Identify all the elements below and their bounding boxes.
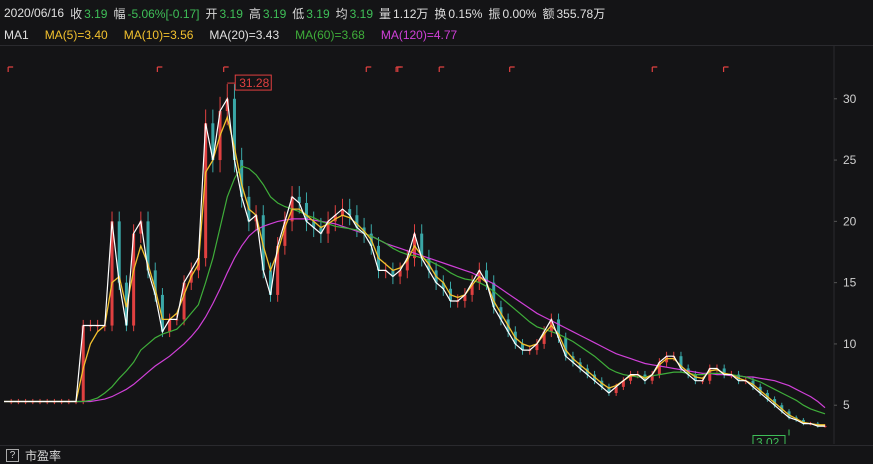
period-marker (223, 66, 229, 72)
close-label: 收 (70, 6, 83, 21)
avg-value: 3.19 (349, 6, 373, 21)
ma5-value: MA(5)=3.40 (44, 28, 108, 42)
turnover-value: 0.15% (448, 6, 483, 21)
quote-date: 2020/06/16 (4, 6, 65, 20)
y-tick-label: 25 (843, 153, 857, 167)
high-value: 3.19 (262, 6, 287, 21)
high-marker-label: 31.28 (239, 76, 269, 90)
volume-value: 1.12万 (393, 6, 429, 21)
y-tick-label: 10 (843, 337, 857, 351)
ma10-value: MA(10)=3.56 (123, 28, 194, 42)
ma-legend: MA1 MA(5)=3.40 MA(10)=3.56 MA(20)=3.43 M… (0, 26, 873, 44)
ma60-value: MA(60)=3.68 (295, 28, 365, 42)
indicator-bar: ? 市盈率 (0, 445, 873, 464)
open-value: 3.19 (219, 6, 243, 21)
price-chart[interactable]: 5 10 15 20 25 30 31.28 3.02 (0, 46, 873, 444)
low-label: 低 (292, 6, 305, 21)
amount-value: 355.78万 (556, 6, 606, 21)
ma20-value: MA(20)=3.43 (209, 28, 280, 42)
period-marker (722, 66, 729, 72)
period-marker (397, 66, 403, 72)
ma-indicator-name[interactable]: MA1 (4, 28, 29, 42)
change-label: 幅 (113, 6, 126, 21)
low-marker-label: 3.02 (756, 435, 780, 444)
period-marker (365, 66, 372, 72)
y-tick-label: 30 (843, 92, 857, 106)
period-marker (509, 66, 515, 72)
amount-label: 额 (542, 6, 555, 21)
help-icon[interactable]: ? (6, 448, 19, 462)
turnover-label: 换 (434, 6, 447, 21)
ma120-value: MA(120)=4.77 (380, 28, 458, 42)
high-label: 高 (248, 6, 261, 21)
period-marker (438, 66, 445, 72)
y-tick-label: 5 (843, 398, 850, 412)
volume-label: 量 (379, 6, 392, 21)
avg-label: 均 (335, 6, 348, 21)
open-label: 开 (205, 6, 218, 21)
y-tick-label: 15 (843, 276, 857, 290)
amplitude-value: 0.00% (502, 6, 537, 21)
period-marker (651, 66, 658, 72)
period-marker (395, 66, 402, 72)
change-value: -5.06%[-0.17] (127, 6, 200, 21)
ma10-line (4, 115, 825, 426)
indicator-label[interactable]: 市盈率 (25, 447, 61, 464)
period-marker (156, 66, 163, 72)
quote-header: 2020/06/16 收 3.19 幅 -5.06%[-0.17] 开 3.19 高3… (0, 0, 873, 26)
low-value: 3.19 (306, 6, 330, 21)
amplitude-label: 振 (488, 6, 501, 21)
period-marker (7, 66, 14, 72)
y-tick-label: 20 (843, 214, 857, 228)
close-value: 3.19 (84, 6, 108, 21)
